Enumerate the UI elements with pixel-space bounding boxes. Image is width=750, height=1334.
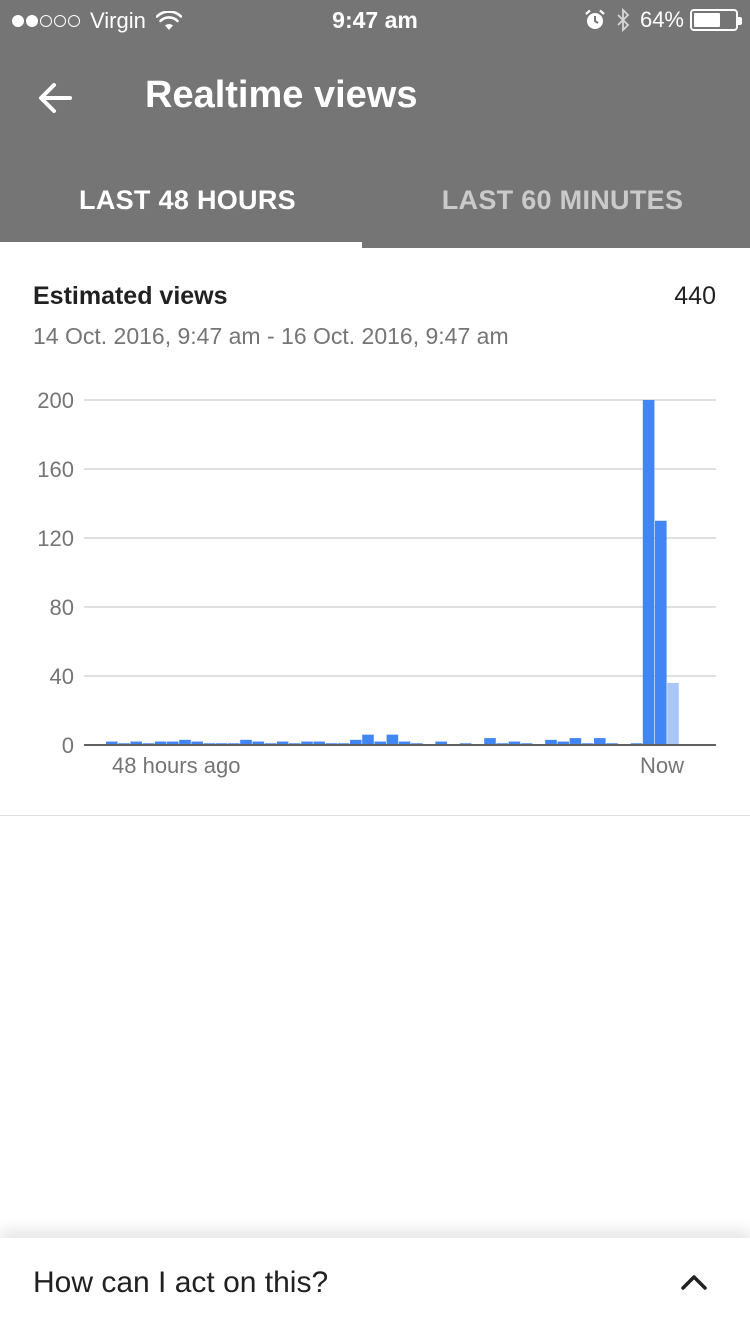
- y-tick-label: 80: [50, 595, 74, 620]
- act-on-this-label: How can I act on this?: [33, 1266, 329, 1299]
- bar: [569, 738, 582, 745]
- bar: [362, 734, 374, 745]
- toolbar: Realtime views: [0, 40, 750, 152]
- status-right: 64%: [584, 7, 742, 33]
- tab-label: LAST 60 MINUTES: [441, 184, 684, 215]
- battery-icon: [690, 9, 742, 31]
- bar: [594, 738, 606, 745]
- battery-level: [694, 13, 720, 27]
- bar: [655, 520, 667, 745]
- bar: [386, 734, 399, 745]
- app-header: Virgin 9:47 am 64% Realtime views LAST 4…: [0, 0, 750, 248]
- battery-percent: 64%: [639, 7, 684, 32]
- status-bar: Virgin 9:47 am 64%: [0, 0, 750, 40]
- y-tick-label: 40: [50, 664, 74, 689]
- bar: [642, 400, 655, 745]
- chevron-up-icon[interactable]: [680, 1272, 708, 1292]
- bluetooth-icon: [617, 8, 630, 32]
- x-end-label: Now: [640, 753, 684, 778]
- alarm-icon: [585, 9, 605, 29]
- y-tick-label: 120: [37, 526, 74, 551]
- bar: [484, 738, 496, 745]
- bar: [667, 682, 679, 745]
- y-tick-label: 160: [37, 457, 74, 482]
- x-start-label: 48 hours ago: [112, 753, 240, 778]
- tab-label: LAST 48 HOURS: [79, 184, 296, 215]
- views-bar-chart: 200 160 120 80 40 0 48 hours ago Now: [37, 388, 716, 778]
- tab-bar: LAST 48 HOURS LAST 60 MINUTES: [0, 152, 750, 248]
- realtime-card: Estimated views 440 14 Oct. 2016, 9:47 a…: [0, 248, 750, 816]
- y-tick-label: 200: [37, 388, 74, 413]
- y-tick-label: 0: [62, 733, 74, 758]
- tab-last-48-hours[interactable]: LAST 48 HOURS: [0, 152, 375, 248]
- act-on-this-panel[interactable]: How can I act on this?: [0, 1238, 750, 1334]
- arrow-back-icon[interactable]: [34, 76, 78, 120]
- tab-last-60-minutes[interactable]: LAST 60 MINUTES: [375, 152, 750, 248]
- page-title: Realtime views: [145, 74, 418, 116]
